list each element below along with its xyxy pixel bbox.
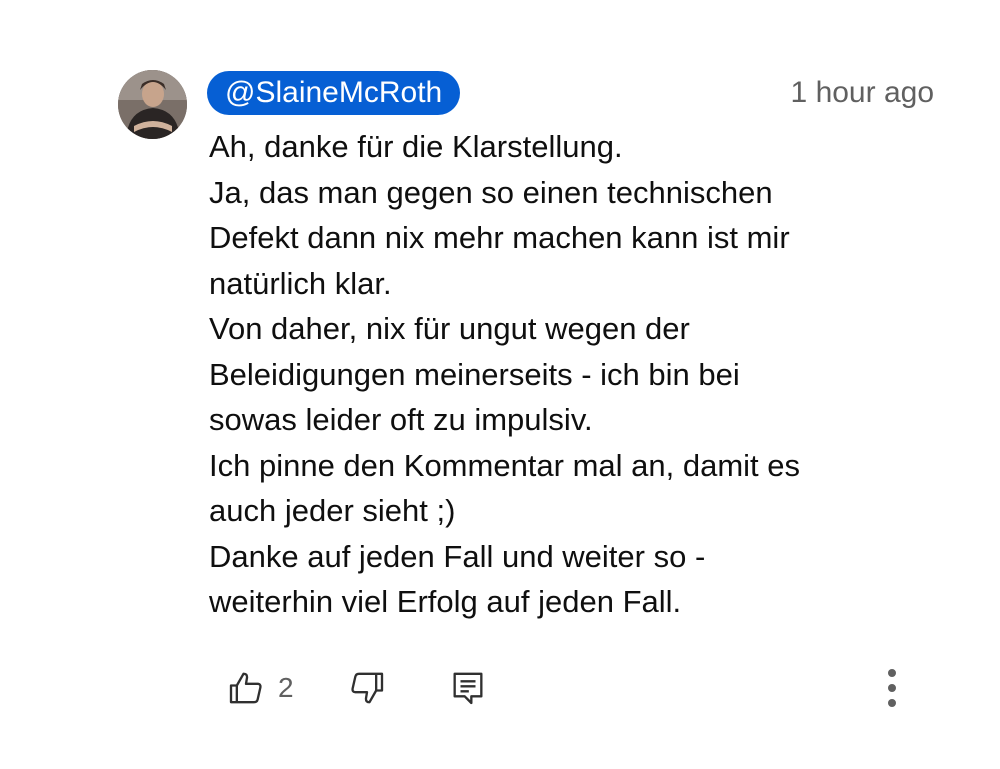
dislike-button[interactable] <box>347 660 387 716</box>
comment-line: auch jeder sieht ;) <box>209 493 456 528</box>
avatar-image <box>118 70 187 139</box>
author-name[interactable]: @SlaineMcRoth <box>207 71 461 115</box>
comment-line: Ich pinne den Kommentar mal an, damit es <box>209 447 801 483</box>
comment-text: Ah, danke für die Klarstellung. Ja, das … <box>209 124 949 625</box>
comment-line: Von daher, nix für ungut wegen der <box>209 311 690 346</box>
reply-button[interactable] <box>448 660 488 716</box>
comment-line: Beleidigungen meinerseits - ich bin bei <box>209 356 740 392</box>
comment-line: Ah, danke für die Klarstellung. <box>209 129 623 164</box>
comment-line: natürlich klar. <box>209 265 392 301</box>
comment-timestamp: 1 hour ago <box>790 76 934 109</box>
comment-line: Defekt dann nix mehr machen kann ist mir <box>209 220 790 255</box>
comment-line: sowas leider oft zu impulsiv. <box>209 402 593 437</box>
comment-line: Danke auf jeden Fall und weiter so - <box>209 538 706 574</box>
thumb-up-icon <box>229 672 262 704</box>
like-count: 2 <box>278 672 294 703</box>
more-options-button[interactable] <box>872 660 912 716</box>
more-vertical-icon <box>888 669 896 707</box>
reply-comment-icon <box>453 672 483 705</box>
thumb-down-icon <box>351 672 384 704</box>
comment-actions: 2 <box>0 660 1000 720</box>
comment-line: weiterhin viel Erfolg auf jeden Fall. <box>209 584 682 619</box>
comment-line: Ja, das man gegen so einen technischen <box>209 174 773 210</box>
comment: @SlaineMcRoth 1 hour ago Ah, danke für d… <box>0 0 1000 769</box>
avatar[interactable] <box>118 70 187 139</box>
like-button[interactable]: 2 <box>226 660 294 716</box>
